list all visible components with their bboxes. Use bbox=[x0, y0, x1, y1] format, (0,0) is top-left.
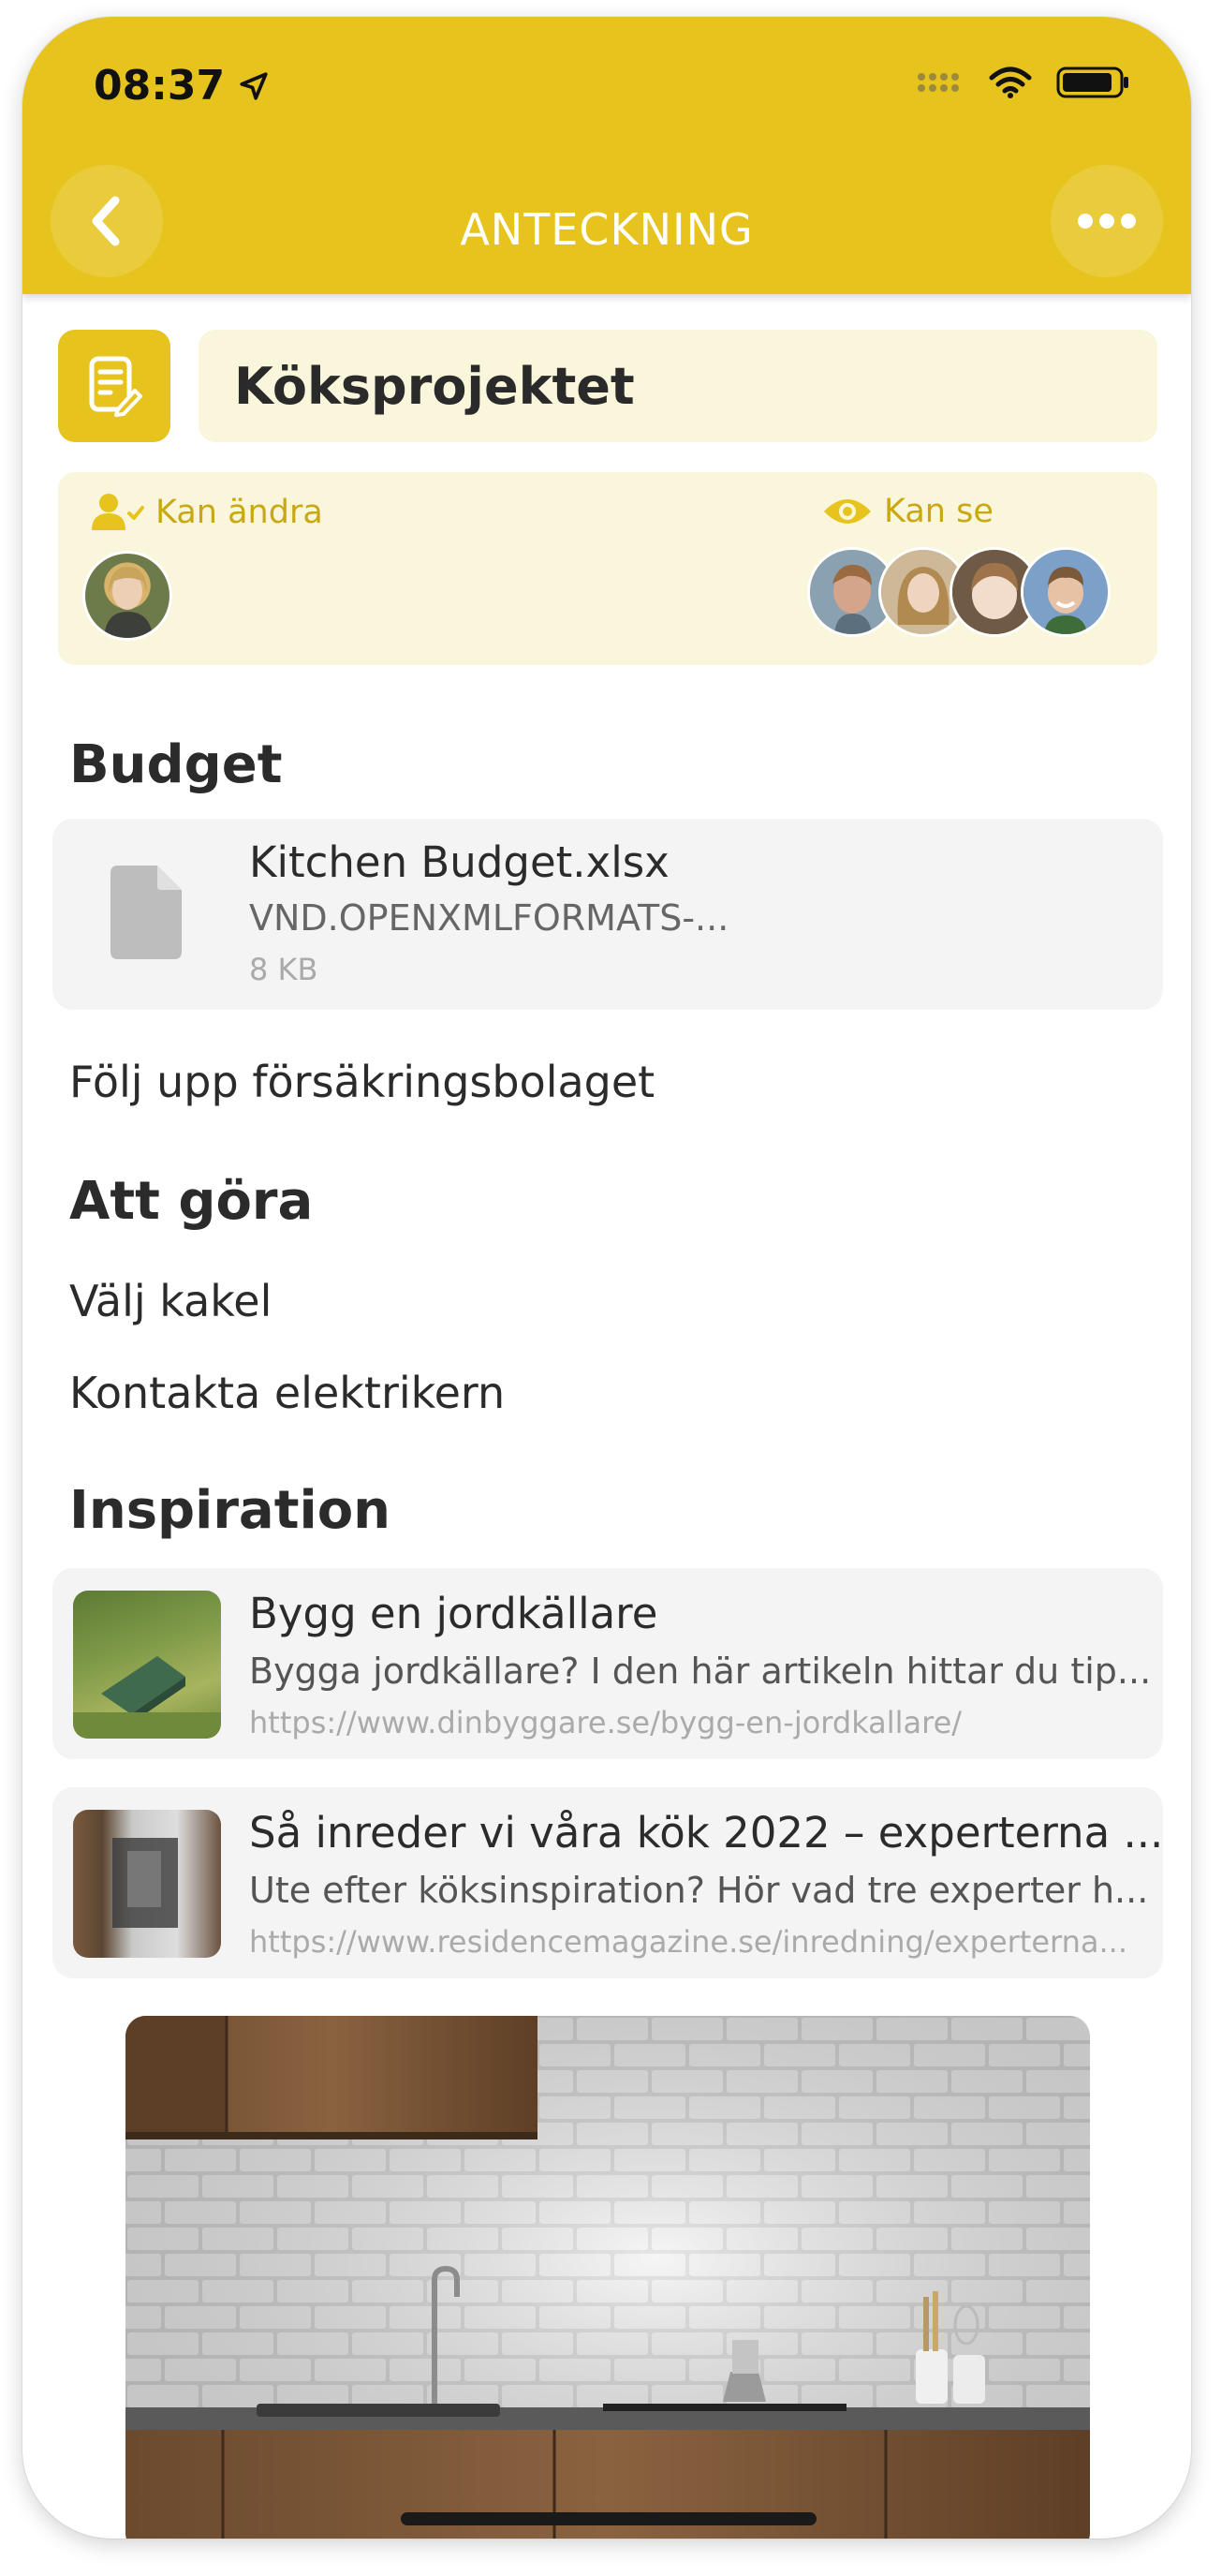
todo-item: Kontakta elektrikern bbox=[69, 1368, 506, 1418]
avatar bbox=[1021, 547, 1111, 637]
note-title-row: Köksprojektet bbox=[58, 330, 1157, 442]
link-thumbnail bbox=[73, 1810, 221, 1958]
link-title: Bygg en jordkällare bbox=[249, 1589, 658, 1638]
kitchen-photo bbox=[125, 2016, 1090, 2539]
link-url: https://www.residencemagazine.se/inredni… bbox=[249, 1924, 1128, 1960]
sharing-permissions[interactable]: Kan ändra Kan se bbox=[58, 472, 1157, 665]
note-edit-icon bbox=[89, 356, 142, 417]
more-dots-icon bbox=[1078, 214, 1136, 229]
link-thumbnail bbox=[73, 1591, 221, 1739]
section-heading-budget: Budget bbox=[69, 734, 283, 795]
avatar bbox=[82, 551, 172, 641]
home-indicator bbox=[401, 2512, 817, 2525]
file-icon bbox=[110, 866, 182, 959]
cellular-signal-icon bbox=[918, 73, 959, 92]
file-name: Kitchen Budget.xlsx bbox=[249, 837, 670, 887]
user-check-icon bbox=[92, 494, 144, 530]
top-bar: 08:37 ANTECKNING bbox=[22, 17, 1191, 294]
status-icons bbox=[916, 66, 1131, 99]
link-preview-card[interactable]: Så inreder vi våra kök 2022 – experterna… bbox=[52, 1787, 1163, 1978]
eye-icon bbox=[824, 499, 871, 524]
wifi-icon bbox=[989, 67, 1032, 98]
file-attachment-card[interactable]: Kitchen Budget.xlsx VND.OPENXMLFORMATS-.… bbox=[52, 819, 1163, 1010]
link-description: Bygga jordkällare? I den här artikeln hi… bbox=[249, 1651, 1152, 1692]
link-title: Så inreder vi våra kök 2022 – experterna… bbox=[249, 1808, 1164, 1858]
note-type-button[interactable] bbox=[58, 330, 170, 442]
phone-screen: 08:37 ANTECKNING Köksprojektet Kan ändra… bbox=[22, 17, 1191, 2539]
file-type: VND.OPENXMLFORMATS-... bbox=[249, 897, 729, 939]
link-url: https://www.dinbyggare.se/bygg-en-jordka… bbox=[249, 1705, 963, 1740]
page-title: ANTECKNING bbox=[460, 204, 754, 255]
status-time: 08:37 bbox=[94, 62, 270, 110]
link-description: Ute efter köksinspiration? Hör vad tre e… bbox=[249, 1870, 1149, 1911]
location-arrow-icon bbox=[240, 71, 268, 100]
link-preview-card[interactable]: Bygg en jordkällare Bygga jordkällare? I… bbox=[52, 1568, 1163, 1759]
more-options-button[interactable] bbox=[1051, 165, 1163, 277]
note-title-field[interactable]: Köksprojektet bbox=[199, 330, 1157, 442]
can-edit-label-group: Kan ändra bbox=[92, 493, 323, 532]
can-view-label-group: Kan se bbox=[822, 493, 994, 530]
todo-item: Välj kakel bbox=[69, 1276, 272, 1326]
section-heading-inspiration: Inspiration bbox=[69, 1480, 391, 1541]
note-text-line: Följ upp försäkringsbolaget bbox=[69, 1057, 655, 1107]
file-size: 8 KB bbox=[249, 952, 318, 987]
battery-icon bbox=[1056, 67, 1128, 98]
section-heading-todo: Att göra bbox=[69, 1171, 314, 1232]
